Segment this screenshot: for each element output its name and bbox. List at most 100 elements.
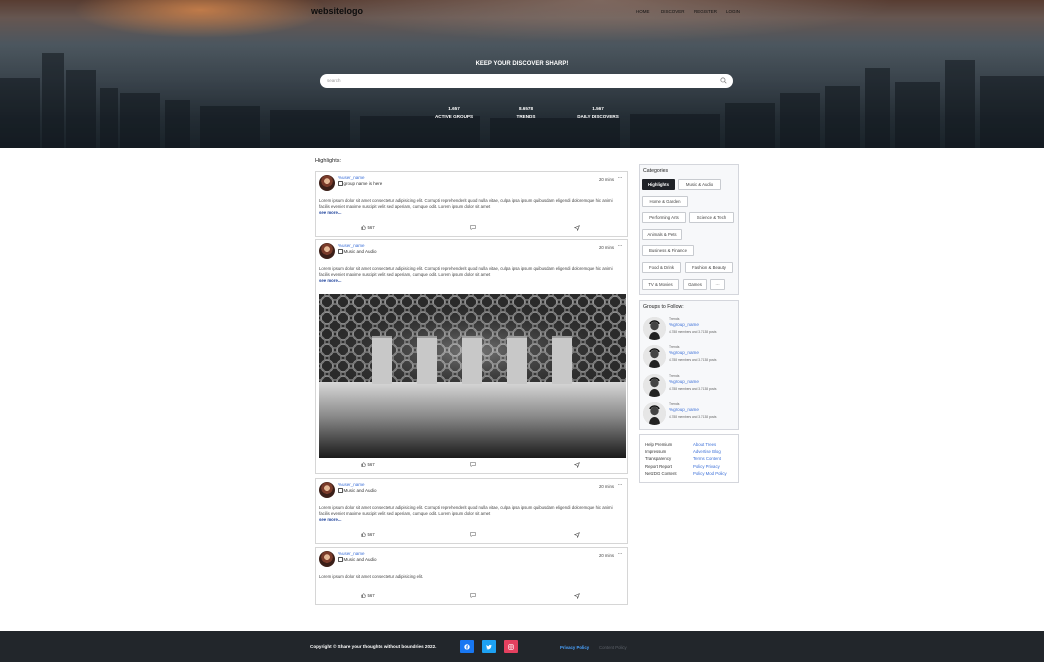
see-more-link[interactable]: see more... bbox=[319, 278, 619, 284]
group-name[interactable]: %group_name bbox=[669, 350, 699, 355]
categories-title: Categories bbox=[643, 168, 669, 174]
link-netzdg[interactable]: NetzDG Content bbox=[645, 470, 677, 477]
group-item[interactable]: Trends %group_name 4.788 members and 3.7… bbox=[643, 317, 738, 341]
doors-room-photo bbox=[319, 294, 626, 458]
thumbs-up-icon bbox=[361, 462, 366, 467]
group-name[interactable]: %group_name bbox=[669, 379, 699, 384]
group-item[interactable]: Trends %group_name 4.788 members and 3.7… bbox=[643, 402, 738, 426]
thumbs-up-icon bbox=[361, 532, 366, 537]
share-icon[interactable] bbox=[574, 593, 580, 599]
post-group[interactable]: group name is here bbox=[338, 181, 382, 186]
post-text: Lorem ipsum dolor sit amet consectetur a… bbox=[319, 198, 619, 217]
link-advertise[interactable]: Advertise Blog bbox=[693, 448, 727, 455]
more-options-icon[interactable]: ··· bbox=[618, 175, 623, 181]
groups-title: Groups to Follow: bbox=[643, 304, 684, 310]
link-mod-policy[interactable]: Policy Mod Policy bbox=[693, 470, 727, 477]
group-meta: 4.788 members and 3.7138 posts bbox=[669, 387, 717, 391]
post-text: Lorem ipsum dolor sit amet consectetur a… bbox=[319, 574, 424, 579]
group-meta: 4.788 members and 3.7138 posts bbox=[669, 358, 717, 362]
comment-icon[interactable] bbox=[470, 462, 476, 467]
site-logo[interactable]: websitelogo bbox=[311, 6, 363, 16]
link-help-premium[interactable]: Help Premium bbox=[645, 441, 677, 448]
nav-register[interactable]: REGISTER bbox=[694, 9, 717, 14]
post-time: 20 mins bbox=[598, 553, 614, 558]
privacy-policy-link[interactable]: Privacy Policy bbox=[560, 645, 589, 650]
thumbs-up-icon bbox=[361, 593, 366, 598]
category-games[interactable]: Games bbox=[683, 279, 707, 290]
comment-icon[interactable] bbox=[470, 225, 476, 230]
link-privacy[interactable]: Policy Privacy bbox=[693, 463, 727, 470]
more-options-icon[interactable]: ··· bbox=[618, 551, 623, 557]
nav-login[interactable]: LOGIN bbox=[726, 9, 740, 14]
nav-home[interactable]: HOME bbox=[636, 9, 650, 14]
post-card: %user_name Music and Audio 20 mins ··· L… bbox=[315, 478, 628, 544]
share-icon[interactable] bbox=[574, 225, 580, 231]
instagram-button[interactable] bbox=[504, 640, 518, 653]
link-impressum[interactable]: Impressum bbox=[645, 448, 677, 455]
groups-panel: Groups to Follow: Trends %group_name 4.7… bbox=[639, 300, 739, 430]
post-text: Lorem ipsum dolor sit amet consectetur a… bbox=[319, 505, 619, 524]
link-terms[interactable]: Terms Content bbox=[693, 455, 727, 462]
nav-discover[interactable]: DISCOVER bbox=[661, 9, 685, 14]
group-meta: 4.788 members and 3.7138 posts bbox=[669, 415, 717, 419]
post-username[interactable]: %user_name bbox=[338, 243, 365, 248]
like-button[interactable]: 567 bbox=[361, 225, 375, 230]
post-time: 20 mins bbox=[598, 245, 614, 250]
post-actions: 567 bbox=[316, 532, 627, 539]
see-more-link[interactable]: see more... bbox=[319, 210, 619, 216]
share-icon[interactable] bbox=[574, 462, 580, 468]
like-button[interactable]: 567 bbox=[361, 532, 375, 537]
link-about[interactable]: About Trees bbox=[693, 441, 727, 448]
like-button[interactable]: 567 bbox=[361, 462, 375, 467]
group-name[interactable]: %group_name bbox=[669, 407, 699, 412]
search-input[interactable]: search bbox=[320, 74, 733, 88]
category-music-audio[interactable]: Music & Audio bbox=[678, 179, 721, 190]
facebook-icon bbox=[464, 643, 470, 650]
avatar[interactable] bbox=[319, 551, 335, 567]
post-actions: 567 bbox=[316, 593, 627, 600]
category-science-tech[interactable]: Science & Tech bbox=[689, 212, 734, 223]
comment-icon[interactable] bbox=[470, 593, 476, 598]
more-categories-button[interactable]: ··· bbox=[710, 279, 725, 290]
category-performing-arts[interactable]: Performing Arts bbox=[642, 212, 686, 223]
avatar[interactable] bbox=[319, 482, 335, 498]
category-highlights[interactable]: Highlights bbox=[642, 179, 675, 190]
category-food-drink[interactable]: Food & Drink bbox=[642, 262, 681, 273]
like-button[interactable]: 567 bbox=[361, 593, 375, 598]
category-tv-movies[interactable]: TV & Movies bbox=[642, 279, 679, 290]
post-username[interactable]: %user_name bbox=[338, 175, 365, 180]
see-more-link[interactable]: see more... bbox=[319, 517, 619, 523]
category-animals-pets[interactable]: Animals & Pets bbox=[642, 229, 682, 240]
stat-daily-discovers: 1.567 DAILY DISCOVERS bbox=[577, 106, 619, 119]
avatar[interactable] bbox=[319, 175, 335, 191]
group-name[interactable]: %group_name bbox=[669, 322, 699, 327]
instagram-icon bbox=[508, 643, 514, 650]
avatar[interactable] bbox=[319, 243, 335, 259]
category-home-garden[interactable]: Home & Garden bbox=[642, 196, 688, 207]
footer-links-panel: Help Premium Impressum Transparency Repo… bbox=[639, 434, 739, 483]
category-fashion-beauty[interactable]: Fashion & Beauty bbox=[685, 262, 733, 273]
group-icon bbox=[338, 488, 343, 493]
post-group[interactable]: Music and Audio bbox=[338, 557, 377, 562]
more-options-icon[interactable]: ··· bbox=[618, 482, 623, 488]
group-item[interactable]: Trends %group_name 4.788 members and 3.7… bbox=[643, 374, 738, 398]
content-policy-link[interactable]: Content Policy bbox=[599, 645, 627, 650]
link-transparency[interactable]: Transparency bbox=[645, 455, 677, 462]
facebook-button[interactable] bbox=[460, 640, 474, 653]
post-image[interactable] bbox=[319, 294, 626, 458]
group-avatar bbox=[643, 374, 666, 397]
post-card: %user_name Music and Audio 20 mins ··· L… bbox=[315, 547, 628, 605]
twitter-button[interactable] bbox=[482, 640, 496, 653]
group-item[interactable]: Trends %group_name 4.788 members and 3.7… bbox=[643, 345, 738, 369]
category-business-finance[interactable]: Business & Finance bbox=[642, 245, 694, 256]
post-group[interactable]: Music and Audio bbox=[338, 249, 377, 254]
share-icon[interactable] bbox=[574, 532, 580, 538]
post-card: %user_name group name is here 20 mins ··… bbox=[315, 171, 628, 237]
more-options-icon[interactable]: ··· bbox=[618, 243, 623, 249]
post-username[interactable]: %user_name bbox=[338, 551, 365, 556]
post-username[interactable]: %user_name bbox=[338, 482, 365, 487]
post-group[interactable]: Music and Audio bbox=[338, 488, 377, 493]
comment-icon[interactable] bbox=[470, 532, 476, 537]
search-icon[interactable] bbox=[720, 77, 727, 84]
link-report[interactable]: Report Report bbox=[645, 463, 677, 470]
